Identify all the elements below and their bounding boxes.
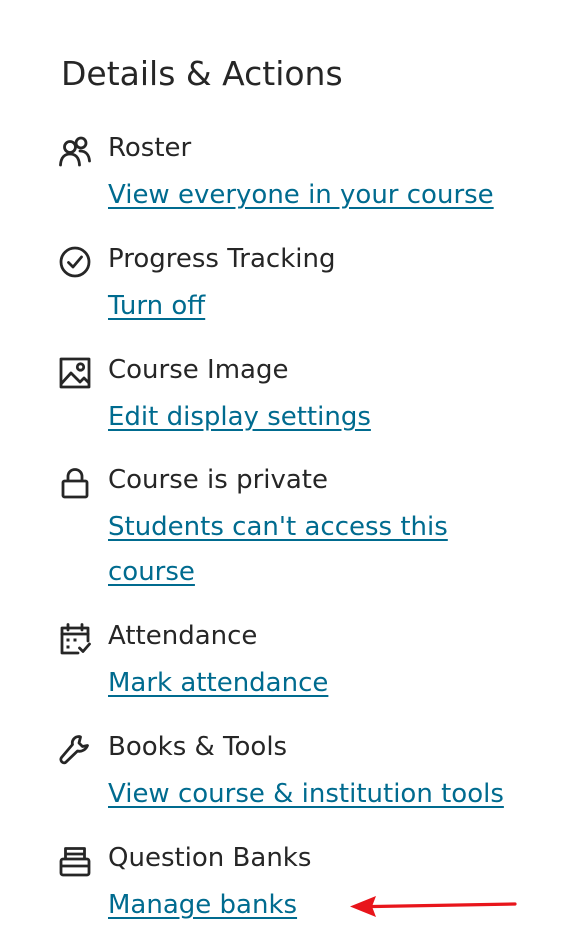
image-icon xyxy=(58,356,92,390)
mark-attendance-link[interactable]: Mark attendance xyxy=(108,661,328,706)
course-privacy-title: Course is private xyxy=(108,465,328,495)
view-tools-link[interactable]: View course & institution tools xyxy=(108,772,504,817)
question-bank-icon xyxy=(58,844,92,878)
roster-title: Roster xyxy=(108,133,192,163)
annotation-arrow-icon xyxy=(350,896,517,917)
wrench-icon xyxy=(58,733,92,767)
course-image-title: Course Image xyxy=(108,355,289,385)
students-access-link[interactable]: Students can't access this course xyxy=(108,505,468,595)
progress-tracking-title: Progress Tracking xyxy=(108,244,336,274)
view-roster-link[interactable]: View everyone in your course xyxy=(108,173,494,218)
lock-icon xyxy=(58,466,92,500)
question-banks-title: Question Banks xyxy=(108,843,312,873)
edit-display-settings-link[interactable]: Edit display settings xyxy=(108,395,371,440)
books-tools-title: Books & Tools xyxy=(108,732,288,762)
check-circle-icon xyxy=(58,245,92,279)
roster-icon xyxy=(58,134,92,168)
calendar-check-icon xyxy=(58,622,92,656)
attendance-title: Attendance xyxy=(108,621,258,651)
panel-title: Details & Actions xyxy=(61,54,343,93)
manage-banks-link[interactable]: Manage banks xyxy=(108,883,297,928)
turn-off-progress-link[interactable]: Turn off xyxy=(108,284,205,329)
